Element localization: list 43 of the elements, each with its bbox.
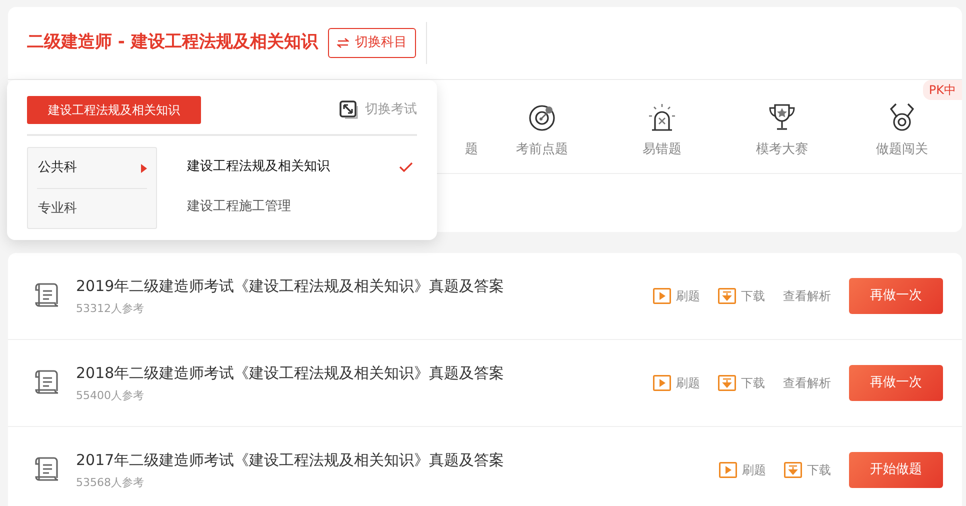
- current-subject-button[interactable]: 建设工程法规及相关知识: [27, 96, 201, 124]
- tool-item[interactable]: 模考大赛: [722, 102, 842, 159]
- download-link[interactable]: 下载: [784, 461, 831, 479]
- action-button[interactable]: 开始做题: [849, 452, 943, 488]
- pk-badge: PK中: [922, 80, 962, 100]
- practice-link[interactable]: 刷题: [653, 374, 700, 392]
- switch-exam-button[interactable]: 切换考试: [339, 100, 417, 120]
- caret-icon: [141, 164, 147, 172]
- view-analysis-link[interactable]: 查看解析: [783, 287, 831, 305]
- tool-item[interactable]: 做题闯关: [842, 102, 962, 159]
- action-button[interactable]: 再做一次: [849, 365, 943, 401]
- action-button[interactable]: 再做一次: [849, 278, 943, 314]
- download-link[interactable]: 下载: [718, 287, 765, 305]
- category-item[interactable]: 专业科: [37, 188, 147, 228]
- tool-item[interactable]: 易错题: [602, 102, 722, 159]
- alarm-icon: [647, 102, 677, 132]
- download-link[interactable]: 下载: [718, 374, 765, 392]
- practice-link[interactable]: 刷题: [719, 461, 766, 479]
- paper-title[interactable]: 2018年二级建造师考试《建设工程法规及相关知识》真题及答案: [76, 362, 653, 384]
- paper-title[interactable]: 2019年二级建造师考试《建设工程法规及相关知识》真题及答案: [76, 275, 653, 298]
- tool-item[interactable]: 考前点题: [482, 102, 602, 159]
- download-icon: [784, 462, 802, 478]
- subject-title: 二级建造师 - 建设工程法规及相关知识: [27, 31, 318, 54]
- play-icon: [653, 375, 671, 391]
- download-icon: [718, 288, 736, 304]
- practice-link[interactable]: 刷题: [653, 287, 700, 305]
- subject-item[interactable]: 建设工程施工管理: [187, 187, 417, 227]
- paper-title[interactable]: 2017年二级建造师考试《建设工程法规及相关知识》真题及答案: [76, 449, 719, 472]
- participant-count: 55400人参考: [76, 388, 145, 404]
- check-icon: [399, 162, 413, 172]
- switch-subject-button[interactable]: 切换科目: [328, 28, 416, 58]
- participant-count: 53312人参考: [76, 300, 145, 316]
- trophy-icon: [767, 102, 797, 132]
- download-icon: [718, 375, 736, 391]
- medal-icon: [887, 102, 917, 132]
- resize-icon: [339, 100, 359, 120]
- swap-icon: [336, 38, 349, 48]
- play-icon: [719, 462, 737, 478]
- play-icon: [653, 288, 671, 304]
- view-analysis-link[interactable]: 查看解析: [783, 374, 831, 392]
- participant-count: 53568人参考: [76, 474, 145, 490]
- subject-item[interactable]: 建设工程法规及相关知识: [187, 147, 417, 187]
- category-item[interactable]: 公共科: [37, 148, 147, 188]
